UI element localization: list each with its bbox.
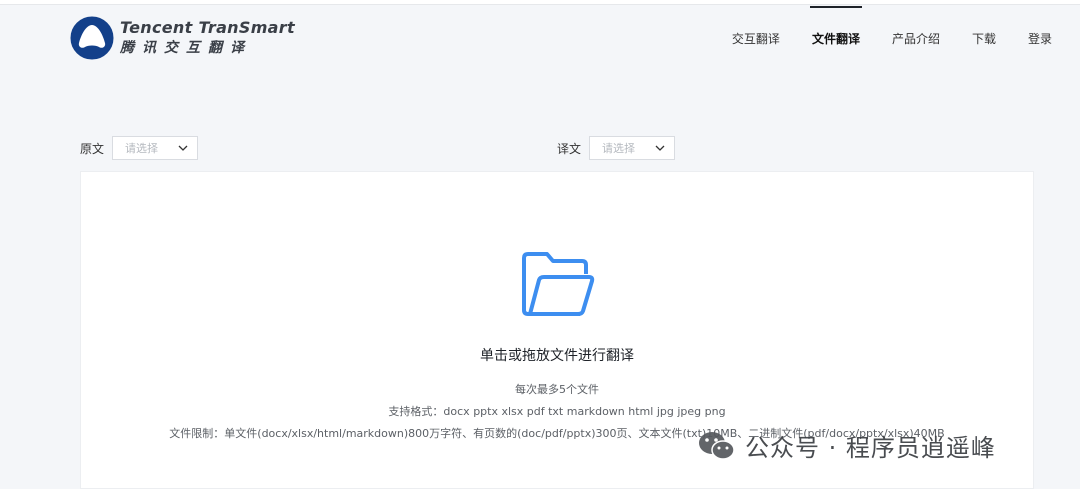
target-language-row: 译文 请选择 (557, 136, 676, 160)
logo-chinese-text: 腾讯交互翻译 (120, 40, 252, 56)
folder-open-icon (522, 252, 595, 316)
target-language-placeholder: 请选择 (602, 142, 636, 155)
source-language-placeholder: 请选择 (125, 142, 159, 155)
nav-download[interactable]: 下载 (972, 0, 996, 60)
target-language-label: 译文 (557, 141, 582, 156)
nav-product-intro[interactable]: 产品介绍 (892, 0, 940, 60)
watermark-text: 公众号 · 程序员逍遥峰 (745, 434, 996, 462)
upload-title: 单击或拖放文件进行翻译 (480, 348, 634, 364)
upload-hint-formats: 支持格式：docx pptx xlsx pdf txt markdown htm… (388, 405, 726, 418)
source-language-select[interactable]: 请选择 (112, 136, 199, 160)
logo-english-text: Tencent TranSmart (120, 18, 295, 37)
top-nav: 交互翻译 文件翻译 产品介绍 下载 登录 (700, 0, 1052, 60)
nav-interactive-translate[interactable]: 交互翻译 (732, 0, 780, 60)
source-language-label: 原文 (80, 141, 105, 156)
logo[interactable]: Tencent TranSmart 腾讯交互翻译 (70, 16, 295, 60)
wechat-icon (699, 431, 735, 460)
nav-login[interactable]: 登录 (1028, 0, 1052, 60)
watermark: 公众号 · 程序员逍遥峰 (697, 428, 996, 463)
upload-hint-count: 每次最多5个文件 (515, 383, 599, 396)
transmart-logo-icon (70, 16, 114, 60)
target-language-select[interactable]: 请选择 (589, 136, 676, 160)
chevron-down-icon (178, 145, 188, 151)
source-language-row: 原文 请选择 (80, 136, 199, 160)
chevron-down-icon (655, 145, 665, 151)
nav-file-translate[interactable]: 文件翻译 (809, 0, 862, 60)
